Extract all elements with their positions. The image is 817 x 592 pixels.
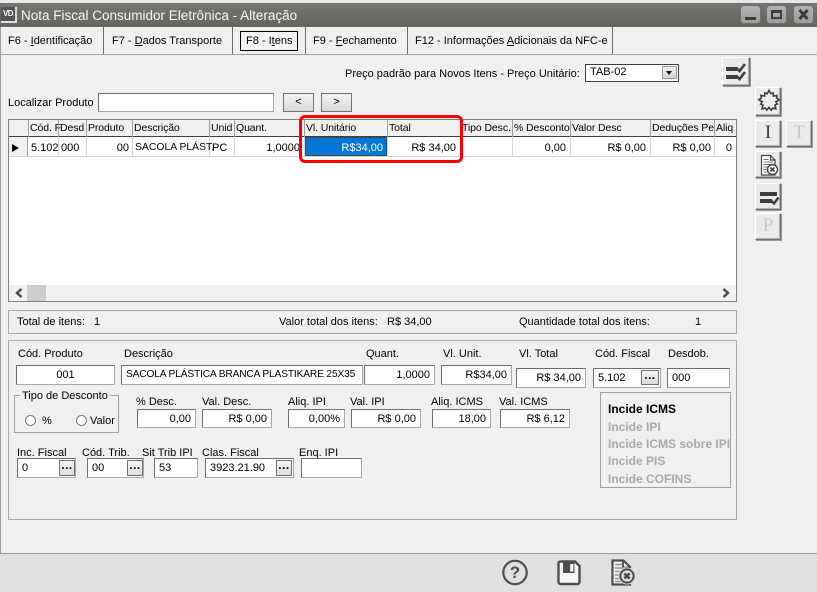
svg-text:?: ? — [510, 563, 520, 582]
